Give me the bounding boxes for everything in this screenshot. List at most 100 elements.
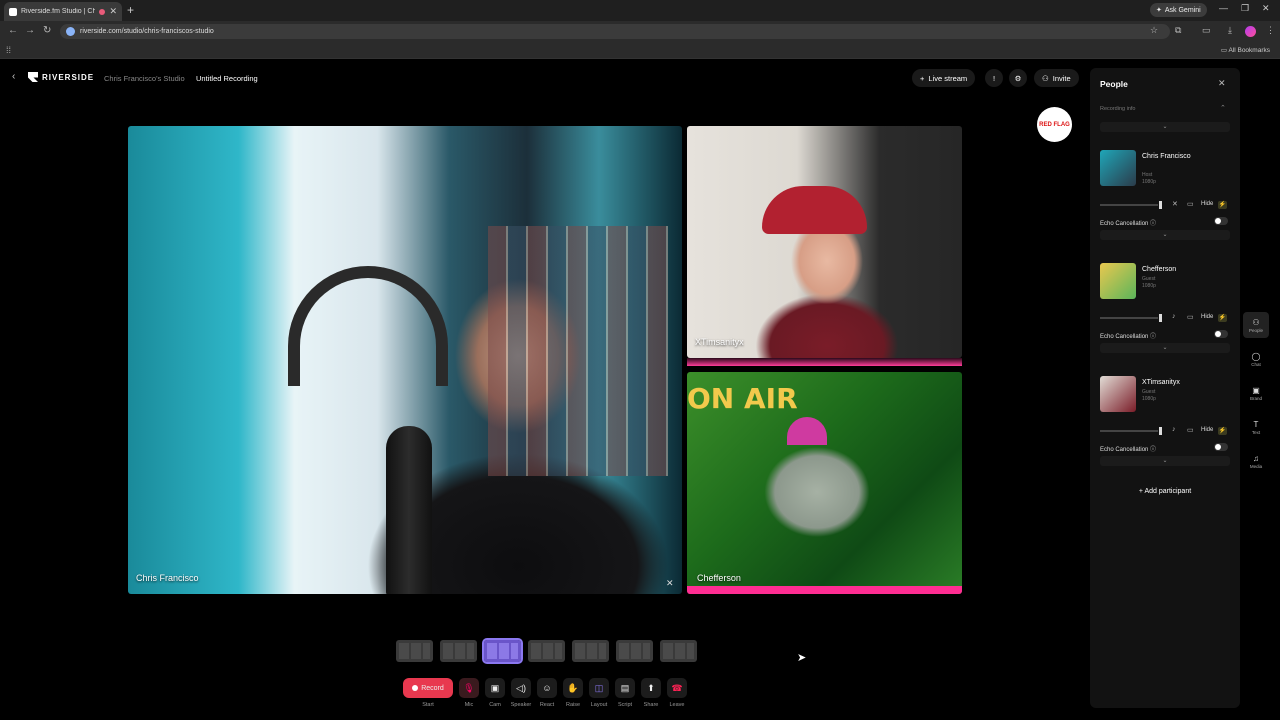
bolt-icon[interactable]: ⚡ [1218, 314, 1227, 322]
brand-name: RIVERSIDE [42, 72, 95, 82]
participant-expand[interactable]: ⌄ [1100, 230, 1230, 240]
minimize-icon[interactable]: — [1219, 3, 1228, 13]
browser-tab[interactable]: Riverside.fm Studio | Chris ✕ [4, 2, 122, 21]
participant-name: XTimsanityx [1142, 379, 1180, 386]
camera-icon[interactable]: ▭ [1187, 200, 1194, 208]
bolt-icon[interactable]: ⚡ [1218, 201, 1227, 209]
hide-button[interactable]: Hide [1201, 427, 1213, 433]
add-participant-button[interactable]: + Add participant [1090, 488, 1240, 495]
rail-label: People [1248, 327, 1263, 333]
bookmarks-bar: ⁞⁞ ▭ All Bookmarks [0, 42, 1280, 59]
rail-text[interactable]: T Text [1243, 414, 1269, 440]
recording-info-label[interactable]: Recording info [1100, 106, 1135, 112]
settings-button[interactable]: ⚙ [1009, 69, 1027, 87]
react-button[interactable]: ☺ [537, 678, 557, 698]
main-video-tile[interactable]: Chris Francisco [128, 126, 682, 594]
forward-nav-icon[interactable]: → [25, 25, 35, 36]
echo-cancellation-toggle[interactable] [1214, 330, 1228, 338]
hide-button[interactable]: Hide [1201, 201, 1213, 207]
participant-name: Chefferson [1142, 266, 1177, 273]
camera-icon[interactable]: ▭ [1187, 313, 1194, 321]
recording-info-expand[interactable]: ⌄ [1100, 122, 1230, 132]
rail-brand[interactable]: ▣ Brand [1243, 380, 1269, 406]
bookmark-star-icon[interactable]: ☆ [1150, 25, 1158, 36]
people-icon: ⚇ [1252, 317, 1260, 327]
site-info-icon[interactable] [66, 27, 75, 36]
layout-option[interactable] [440, 640, 477, 662]
volume-knob[interactable] [1159, 314, 1162, 322]
close-panel-icon[interactable]: ✕ [1218, 78, 1226, 89]
close-window-icon[interactable]: ✕ [1262, 3, 1270, 14]
download-icon[interactable]: ⤓ [1228, 25, 1232, 36]
close-tab-icon[interactable]: ✕ [109, 6, 117, 17]
echo-cancellation-toggle[interactable] [1214, 217, 1228, 225]
feedback-button[interactable]: ! [985, 69, 1003, 87]
apps-grid-icon[interactable]: ⁞⁞ [6, 45, 11, 55]
back-icon[interactable]: ‹ [12, 71, 15, 82]
script-button[interactable]: ▤ [615, 678, 635, 698]
echo-cancellation-toggle[interactable] [1214, 443, 1228, 451]
avatar [1100, 263, 1136, 299]
mic-button[interactable]: 🎙 [459, 678, 479, 698]
ask-gemini-button[interactable]: ✦ Ask Gemini [1150, 3, 1207, 17]
cam-button[interactable]: ▣ [485, 678, 505, 698]
record-button[interactable]: Record [403, 678, 453, 698]
camera-icon[interactable]: ▭ [1187, 426, 1194, 434]
volume-knob[interactable] [1159, 427, 1162, 435]
menu-icon[interactable]: ⋮ [1266, 25, 1275, 36]
layout-option[interactable] [528, 640, 565, 662]
volume-knob[interactable] [1159, 201, 1162, 209]
hand-icon: ✋ [567, 682, 579, 693]
participant-role: Guest [1142, 389, 1156, 395]
layout-option[interactable] [396, 640, 433, 662]
participant-expand[interactable]: ⌄ [1100, 343, 1230, 353]
speaker-button[interactable]: ◁) [511, 678, 531, 698]
participant-quality: 1080p [1142, 396, 1156, 402]
volume-slider[interactable] [1100, 204, 1158, 206]
share-button[interactable]: ⬆ [641, 678, 661, 698]
breadcrumb-recording[interactable]: Untitled Recording [196, 74, 258, 83]
layout-option[interactable] [660, 640, 697, 662]
back-nav-icon[interactable]: ← [8, 25, 18, 36]
reload-icon[interactable]: ↻ [43, 25, 51, 36]
bolt-icon[interactable]: ⚡ [1218, 427, 1227, 435]
leave-label: Leave [669, 702, 685, 708]
all-bookmarks-link[interactable]: ▭ All Bookmarks [1221, 46, 1270, 54]
extensions-icon[interactable]: ⧉ [1175, 25, 1181, 36]
live-stream-button[interactable]: + Live stream [912, 69, 976, 87]
participant-expand[interactable]: ⌄ [1100, 456, 1230, 466]
layout-button[interactable]: ◫ [589, 678, 609, 698]
invite-button[interactable]: ⚇ Invite [1034, 69, 1079, 87]
rail-chat[interactable]: ◯ Chat [1243, 346, 1269, 372]
chevron-up-icon[interactable]: ⌃ [1220, 104, 1226, 112]
participant-quality: 1080p [1142, 179, 1156, 185]
volume-slider[interactable] [1100, 430, 1158, 432]
rail-media[interactable]: ♫ Media [1243, 448, 1269, 474]
volume-slider[interactable] [1100, 317, 1158, 319]
profile-avatar[interactable] [1245, 26, 1256, 37]
rail-people[interactable]: ⚇ People [1243, 312, 1269, 338]
mic-control: 🎙 Mic [459, 678, 479, 708]
breadcrumb-studio[interactable]: Chris Francisco's Studio [104, 74, 185, 83]
layout-option[interactable] [616, 640, 653, 662]
new-tab-icon[interactable]: + [127, 3, 134, 17]
leave-button[interactable]: ☎ [667, 678, 687, 698]
riverside-logo[interactable]: RIVERSIDE [28, 72, 94, 82]
feedback-icon: ! [992, 73, 996, 83]
url-field[interactable]: riverside.com/studio/chris-franciscos-st… [60, 24, 1170, 39]
cast-icon[interactable]: ▭ [1202, 25, 1211, 36]
raise-label: Raise [565, 702, 581, 708]
hide-button[interactable]: Hide [1201, 314, 1213, 320]
mic-icon[interactable]: ♪ [1172, 313, 1176, 320]
rail-label: Chat [1251, 361, 1261, 367]
mic-icon[interactable]: ♪ [1172, 426, 1176, 433]
xtimsanityx-video-tile[interactable]: XTimsanityx [687, 126, 962, 358]
layout-option-active[interactable] [482, 638, 523, 664]
raise-button[interactable]: ✋ [563, 678, 583, 698]
rail-label: Media [1249, 463, 1263, 469]
panel-title: People [1100, 79, 1128, 89]
chefferson-video-tile[interactable]: ON AIR Chefferson [687, 372, 962, 594]
maximize-icon[interactable]: ❐ [1241, 3, 1249, 14]
layout-option[interactable] [572, 640, 609, 662]
mic-off-icon[interactable]: ✕ [1172, 200, 1178, 208]
